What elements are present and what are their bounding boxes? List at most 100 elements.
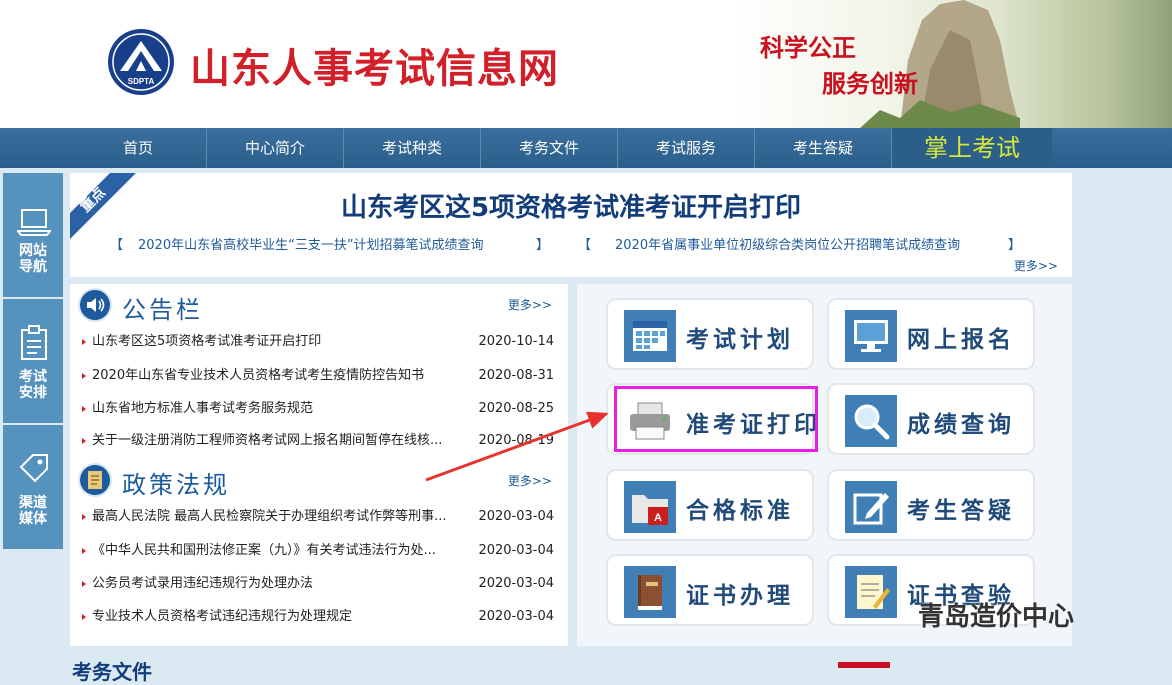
- policy-title: 政策法规: [122, 471, 230, 499]
- bullet-icon: [82, 514, 86, 520]
- bulletin-item-1[interactable]: 山东考区这5项资格考试准考证开启打印 2020-10-14: [82, 331, 562, 353]
- notepad-icon: [845, 566, 897, 618]
- printer-icon: [624, 395, 676, 447]
- sidebar-exam-schedule-label-1: 考试: [19, 369, 47, 385]
- bulletin-item-title: 山东考区这5项资格考试准考证开启打印: [92, 334, 322, 349]
- sidebar-site-nav-label-1: 网站: [19, 243, 47, 259]
- policy-item-3[interactable]: 公务员考试录用违纪违规行为处理办法 2020-03-04: [82, 573, 562, 595]
- magnifier-icon: [845, 395, 897, 447]
- policy-item-2[interactable]: 《中华人民共和国刑法修正案（九）》有关考试违法行为处... 2020-03-04: [82, 540, 562, 562]
- admission-ticket-print-button[interactable]: 准考证打印: [606, 383, 817, 455]
- nav-exam-types[interactable]: 考试种类: [344, 128, 481, 168]
- score-query-label: 成绩查询: [907, 411, 1015, 438]
- bullet-icon: [82, 581, 86, 587]
- bullet-icon: [82, 614, 86, 620]
- site-header: SDPTA 山东人事考试信息网 科学公正 服务创新: [0, 0, 1172, 128]
- sidebar-site-nav[interactable]: 网站 导航: [3, 173, 63, 297]
- bulletin-item-date: 2020-10-14: [478, 334, 554, 349]
- sidebar-media-label-2: 媒体: [19, 511, 47, 527]
- sidebar-exam-schedule[interactable]: 考试 安排: [3, 299, 63, 423]
- bulletin-item-3[interactable]: 山东省地方标准人事考试考务服务规范 2020-08-25: [82, 398, 562, 420]
- bulletin-item-title: 关于一级注册消防工程师资格考试网上报名期间暂停在线核...: [92, 433, 443, 448]
- clipboard-icon: [21, 325, 47, 360]
- online-registration-label: 网上报名: [907, 326, 1015, 353]
- policy-item-1[interactable]: 最高人民法院 最高人民检察院关于办理组织考试作弊等刑事... 2020-03-0…: [82, 506, 562, 528]
- bulletin-item-4[interactable]: 关于一级注册消防工程师资格考试网上报名期间暂停在线核... 2020-08-19: [82, 430, 562, 452]
- bulletin-item-date: 2020-08-25: [478, 401, 554, 416]
- folder-pdf-icon: A: [624, 481, 676, 533]
- wechat-watermark: 青岛造价中心: [918, 602, 1075, 632]
- tag-icon: [19, 454, 48, 483]
- slogan-line2: 服务创新: [822, 69, 918, 98]
- bracket-close-2: 】: [1008, 238, 1022, 253]
- edit-icon: [845, 481, 897, 533]
- laptop-icon: [17, 209, 51, 236]
- certificate-processing-button[interactable]: 证书办理: [606, 554, 814, 626]
- notice-panel: 公告栏 更多>> 山东考区这5项资格考试准考证开启打印 2020-10-14 2…: [70, 284, 568, 646]
- service-panel: 考试计划 网上报名 准考证打印 成绩查询 A 合格标准 考生答疑 证书办理 证书…: [577, 284, 1072, 646]
- main-nav: 首页 中心简介 考试种类 考务文件 考试服务 考生答疑 掌上考试: [0, 128, 1172, 168]
- bullet-icon: [82, 373, 86, 379]
- exam-documents-section-title: 考务文件: [72, 660, 152, 684]
- nav-faq[interactable]: 考生答疑: [755, 128, 892, 168]
- nav-about[interactable]: 中心简介: [207, 128, 344, 168]
- svg-text:A: A: [654, 512, 662, 524]
- bullet-icon: [82, 339, 86, 345]
- sidebar-media-label-1: 渠道: [19, 495, 47, 511]
- policy-item-date: 2020-03-04: [478, 543, 554, 558]
- score-query-button[interactable]: 成绩查询: [827, 383, 1035, 455]
- exam-plan-label: 考试计划: [686, 326, 794, 353]
- sidebar-media-channels[interactable]: 渠道 媒体: [3, 425, 63, 549]
- document-icon: [78, 463, 112, 497]
- policy-item-title: 公务员考试录用违纪违规行为处理办法: [92, 576, 314, 591]
- banner-more-link[interactable]: 更多>>: [1014, 257, 1058, 274]
- nav-exam-documents[interactable]: 考务文件: [481, 128, 618, 168]
- policy-item-date: 2020-03-04: [478, 576, 554, 591]
- exam-plan-button[interactable]: 考试计划: [606, 298, 814, 370]
- bullet-icon: [82, 438, 86, 444]
- candidate-faq-label: 考生答疑: [907, 497, 1015, 524]
- bulletin-item-title: 2020年山东省专业技术人员资格考试考生疫情防控告知书: [92, 368, 425, 383]
- candidate-faq-button[interactable]: 考生答疑: [827, 469, 1035, 541]
- logo-text: SDPTA: [128, 77, 155, 86]
- policy-item-title: 最高人民法院 最高人民检察院关于办理组织考试作弊等刑事...: [92, 509, 447, 524]
- red-strip: [838, 662, 890, 668]
- policy-item-date: 2020-03-04: [478, 609, 554, 624]
- bulletin-item-title: 山东省地方标准人事考试考务服务规范: [92, 401, 314, 416]
- sdpta-logo-icon: SDPTA: [108, 29, 174, 95]
- online-registration-button[interactable]: 网上报名: [827, 298, 1035, 370]
- bulletin-item-date: 2020-08-31: [478, 368, 554, 383]
- admission-ticket-print-label: 准考证打印: [686, 411, 821, 438]
- slogan-line1: 科学公正: [760, 33, 856, 62]
- bulletin-title: 公告栏: [122, 296, 203, 324]
- bullet-icon: [82, 406, 86, 412]
- certificate-processing-label: 证书办理: [686, 582, 794, 609]
- headline-link[interactable]: 山东考区这5项资格考试准考证开启打印: [70, 187, 1072, 224]
- bracket-open-1: 【: [110, 238, 124, 253]
- nav-exam-services[interactable]: 考试服务: [618, 128, 755, 168]
- bulletin-item-2[interactable]: 2020年山东省专业技术人员资格考试考生疫情防控告知书 2020-08-31: [82, 365, 562, 387]
- key-news-banner: 重点 山东考区这5项资格考试准考证开启打印 【 2020年山东省高校毕业生“三支…: [70, 173, 1072, 277]
- passing-standard-button[interactable]: A 合格标准: [606, 469, 814, 541]
- bracket-open-2: 【: [578, 238, 592, 253]
- passing-standard-label: 合格标准: [686, 497, 794, 524]
- sidebar-exam-schedule-label-2: 安排: [19, 385, 47, 401]
- site-title[interactable]: 山东人事考试信息网: [190, 36, 559, 94]
- sub-news-link-2[interactable]: 2020年省属事业单位初级综合类岗位公开招聘笔试成绩查询: [615, 234, 960, 253]
- policy-item-4[interactable]: 专业技术人员资格考试违纪违规行为处理规定 2020-03-04: [82, 606, 562, 628]
- policy-item-title: 《中华人民共和国刑法修正案（九）》有关考试违法行为处...: [92, 543, 436, 558]
- policy-item-title: 专业技术人员资格考试违纪违规行为处理规定: [92, 609, 353, 624]
- nav-mobile-exam[interactable]: 掌上考试: [892, 128, 1052, 168]
- speaker-icon: [78, 288, 112, 322]
- sidebar-site-nav-label-2: 导航: [19, 259, 47, 275]
- monitor-icon: [845, 310, 897, 362]
- nav-home[interactable]: 首页: [70, 128, 207, 168]
- bracket-close-1: 】: [536, 238, 550, 253]
- calendar-icon: [624, 310, 676, 362]
- book-icon: [624, 566, 676, 618]
- bulletin-more-link[interactable]: 更多>>: [508, 296, 552, 313]
- bulletin-item-date: 2020-08-19: [478, 433, 554, 448]
- bullet-icon: [82, 548, 86, 554]
- sub-news-link-1[interactable]: 2020年山东省高校毕业生“三支一扶”计划招募笔试成绩查询: [138, 234, 484, 253]
- policy-more-link[interactable]: 更多>>: [508, 472, 552, 489]
